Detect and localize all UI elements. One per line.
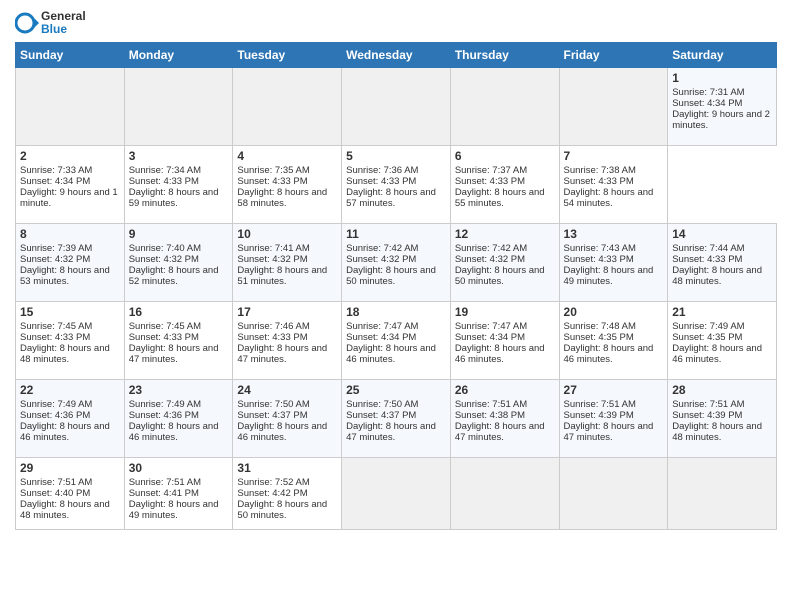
day-cell-31: 31Sunrise: 7:52 AMSunset: 4:42 PMDayligh… (233, 458, 342, 530)
day-number: 8 (20, 227, 120, 241)
day-cell-29: 29Sunrise: 7:51 AMSunset: 4:40 PMDayligh… (16, 458, 125, 530)
calendar-table: SundayMondayTuesdayWednesdayThursdayFrid… (15, 42, 777, 530)
day-cell-2: 2Sunrise: 7:33 AMSunset: 4:34 PMDaylight… (16, 146, 125, 224)
logo: General Blue (15, 10, 86, 36)
day-cell-27: 27Sunrise: 7:51 AMSunset: 4:39 PMDayligh… (559, 380, 668, 458)
day-number: 11 (346, 227, 446, 241)
day-cell-10: 10Sunrise: 7:41 AMSunset: 4:32 PMDayligh… (233, 224, 342, 302)
day-header-saturday: Saturday (668, 43, 777, 68)
day-cell-20: 20Sunrise: 7:48 AMSunset: 4:35 PMDayligh… (559, 302, 668, 380)
day-cell-30: 30Sunrise: 7:51 AMSunset: 4:41 PMDayligh… (124, 458, 233, 530)
day-cell-26: 26Sunrise: 7:51 AMSunset: 4:38 PMDayligh… (450, 380, 559, 458)
day-number: 13 (564, 227, 664, 241)
day-cell-25: 25Sunrise: 7:50 AMSunset: 4:37 PMDayligh… (342, 380, 451, 458)
day-cell-19: 19Sunrise: 7:47 AMSunset: 4:34 PMDayligh… (450, 302, 559, 380)
empty-cell (450, 68, 559, 146)
day-number: 2 (20, 149, 120, 163)
day-number: 31 (237, 461, 337, 475)
day-number: 15 (20, 305, 120, 319)
day-number: 21 (672, 305, 772, 319)
empty-cell (450, 458, 559, 530)
day-number: 1 (672, 71, 772, 85)
day-number: 14 (672, 227, 772, 241)
day-cell-16: 16Sunrise: 7:45 AMSunset: 4:33 PMDayligh… (124, 302, 233, 380)
day-cell-24: 24Sunrise: 7:50 AMSunset: 4:37 PMDayligh… (233, 380, 342, 458)
day-cell-12: 12Sunrise: 7:42 AMSunset: 4:32 PMDayligh… (450, 224, 559, 302)
day-number: 28 (672, 383, 772, 397)
day-cell-1: 1Sunrise: 7:31 AMSunset: 4:34 PMDaylight… (668, 68, 777, 146)
day-number: 26 (455, 383, 555, 397)
day-number: 6 (455, 149, 555, 163)
day-number: 4 (237, 149, 337, 163)
day-cell-22: 22Sunrise: 7:49 AMSunset: 4:36 PMDayligh… (16, 380, 125, 458)
day-cell-9: 9Sunrise: 7:40 AMSunset: 4:32 PMDaylight… (124, 224, 233, 302)
day-number: 20 (564, 305, 664, 319)
day-header-sunday: Sunday (16, 43, 125, 68)
day-number: 27 (564, 383, 664, 397)
day-number: 19 (455, 305, 555, 319)
day-cell-11: 11Sunrise: 7:42 AMSunset: 4:32 PMDayligh… (342, 224, 451, 302)
day-number: 7 (564, 149, 664, 163)
day-number: 18 (346, 305, 446, 319)
empty-cell (559, 458, 668, 530)
empty-cell (124, 68, 233, 146)
day-header-tuesday: Tuesday (233, 43, 342, 68)
empty-cell (559, 68, 668, 146)
day-cell-21: 21Sunrise: 7:49 AMSunset: 4:35 PMDayligh… (668, 302, 777, 380)
day-header-thursday: Thursday (450, 43, 559, 68)
calendar-container: General Blue SundayMondayTuesdayWednesda… (0, 0, 792, 540)
day-number: 12 (455, 227, 555, 241)
day-cell-7: 7Sunrise: 7:38 AMSunset: 4:33 PMDaylight… (559, 146, 668, 224)
day-number: 5 (346, 149, 446, 163)
day-cell-17: 17Sunrise: 7:46 AMSunset: 4:33 PMDayligh… (233, 302, 342, 380)
day-header-monday: Monday (124, 43, 233, 68)
empty-cell (233, 68, 342, 146)
day-cell-4: 4Sunrise: 7:35 AMSunset: 4:33 PMDaylight… (233, 146, 342, 224)
header-row: SundayMondayTuesdayWednesdayThursdayFrid… (16, 43, 777, 68)
day-cell-28: 28Sunrise: 7:51 AMSunset: 4:39 PMDayligh… (668, 380, 777, 458)
day-number: 10 (237, 227, 337, 241)
day-number: 22 (20, 383, 120, 397)
empty-cell (16, 68, 125, 146)
day-cell-5: 5Sunrise: 7:36 AMSunset: 4:33 PMDaylight… (342, 146, 451, 224)
day-cell-14: 14Sunrise: 7:44 AMSunset: 4:33 PMDayligh… (668, 224, 777, 302)
day-cell-6: 6Sunrise: 7:37 AMSunset: 4:33 PMDaylight… (450, 146, 559, 224)
day-cell-23: 23Sunrise: 7:49 AMSunset: 4:36 PMDayligh… (124, 380, 233, 458)
day-number: 29 (20, 461, 120, 475)
day-cell-8: 8Sunrise: 7:39 AMSunset: 4:32 PMDaylight… (16, 224, 125, 302)
day-cell-15: 15Sunrise: 7:45 AMSunset: 4:33 PMDayligh… (16, 302, 125, 380)
day-cell-18: 18Sunrise: 7:47 AMSunset: 4:34 PMDayligh… (342, 302, 451, 380)
day-number: 17 (237, 305, 337, 319)
day-number: 16 (129, 305, 229, 319)
day-number: 9 (129, 227, 229, 241)
day-header-wednesday: Wednesday (342, 43, 451, 68)
day-number: 25 (346, 383, 446, 397)
empty-cell (342, 68, 451, 146)
day-header-friday: Friday (559, 43, 668, 68)
day-number: 24 (237, 383, 337, 397)
header: General Blue (15, 10, 777, 36)
empty-cell (668, 458, 777, 530)
day-cell-3: 3Sunrise: 7:34 AMSunset: 4:33 PMDaylight… (124, 146, 233, 224)
day-number: 3 (129, 149, 229, 163)
day-cell-13: 13Sunrise: 7:43 AMSunset: 4:33 PMDayligh… (559, 224, 668, 302)
day-number: 30 (129, 461, 229, 475)
day-number: 23 (129, 383, 229, 397)
empty-cell (342, 458, 451, 530)
